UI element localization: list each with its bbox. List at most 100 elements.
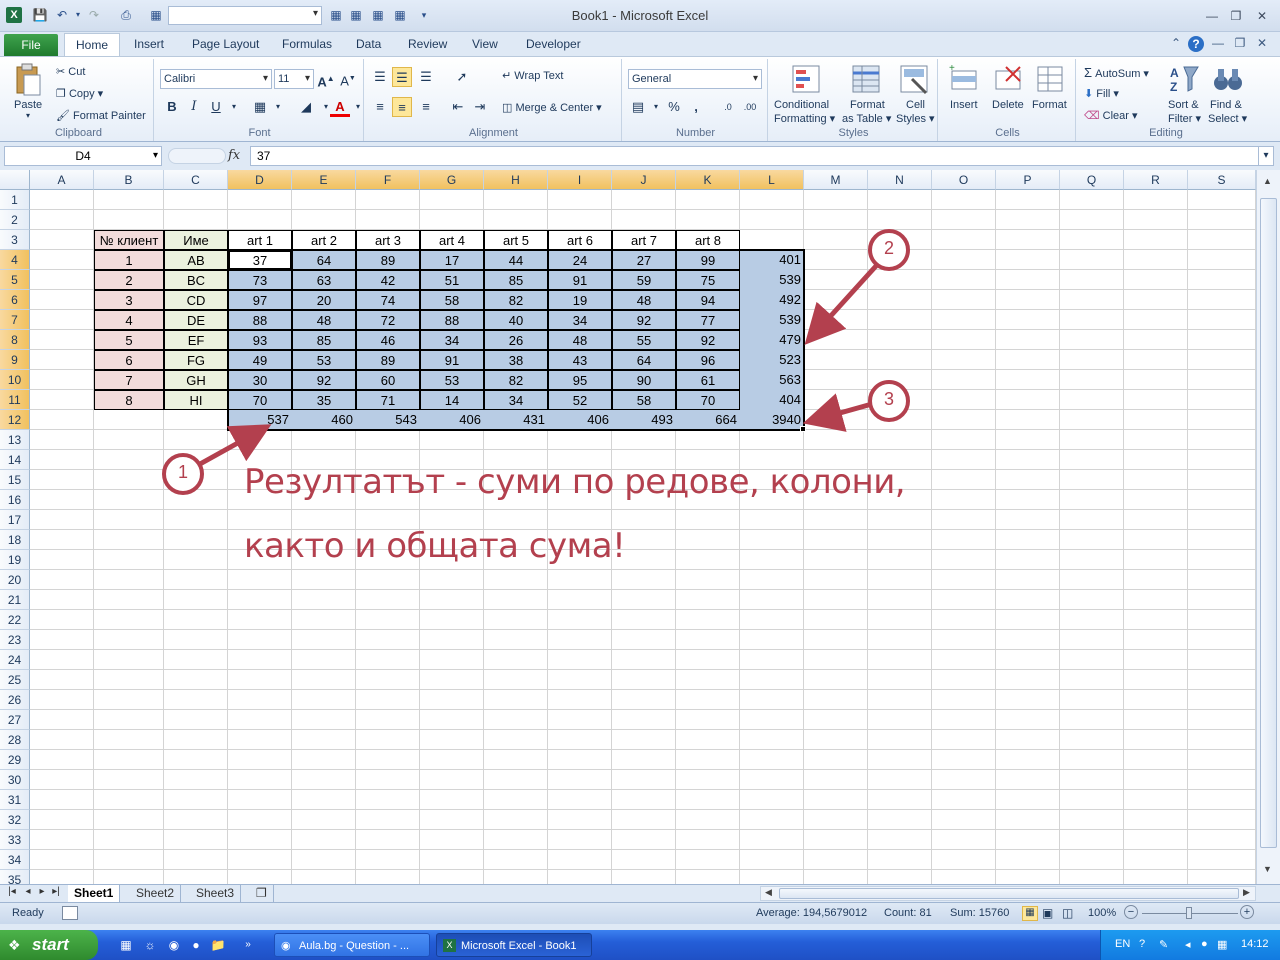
font-size-combo[interactable]: 11 [274, 69, 314, 89]
firefox-icon[interactable]: ● [188, 937, 204, 953]
value-cell[interactable]: 70 [228, 390, 292, 410]
row-total-cell[interactable]: 492 [740, 290, 804, 310]
value-cell[interactable]: 74 [356, 290, 420, 310]
insert-function-icon[interactable]: fx [228, 148, 240, 163]
value-cell[interactable]: 24 [548, 250, 612, 270]
row-header-27[interactable]: 27 [0, 710, 30, 730]
fill-color-icon[interactable]: ◢ [296, 97, 316, 117]
value-cell[interactable]: 92 [612, 310, 676, 330]
vertical-scroll-thumb[interactable] [1260, 198, 1277, 848]
tab-review[interactable]: Review [408, 37, 447, 51]
folder-icon[interactable]: 📁 [210, 937, 226, 953]
row-header-10[interactable]: 10 [0, 370, 30, 390]
row-header-22[interactable]: 22 [0, 610, 30, 630]
row-header-1[interactable]: 1 [0, 190, 30, 210]
column-header-d[interactable]: D [228, 170, 292, 190]
value-cell[interactable]: 85 [484, 270, 548, 290]
value-cell[interactable]: 64 [292, 250, 356, 270]
value-cell[interactable]: 20 [292, 290, 356, 310]
row-header-26[interactable]: 26 [0, 690, 30, 710]
delete-cells-button[interactable]: Delete [992, 99, 1024, 111]
language-indicator[interactable]: EN [1115, 938, 1130, 950]
value-cell[interactable]: 63 [292, 270, 356, 290]
column-header-e[interactable]: E [292, 170, 356, 190]
value-cell[interactable]: 48 [548, 330, 612, 350]
number-format-combo[interactable]: General [628, 69, 762, 89]
value-cell[interactable]: 46 [356, 330, 420, 350]
cell-styles-label-1[interactable]: Cell [906, 99, 925, 111]
value-cell[interactable]: 75 [676, 270, 740, 290]
decrease-indent-icon[interactable]: ⇤ [448, 97, 468, 117]
row-header-18[interactable]: 18 [0, 530, 30, 550]
format-painter-button[interactable]: 🖌 Format Painter [56, 109, 146, 122]
value-cell[interactable]: 35 [292, 390, 356, 410]
column-header-k[interactable]: K [676, 170, 740, 190]
tab-formulas[interactable]: Formulas [282, 37, 332, 51]
value-cell[interactable]: 55 [612, 330, 676, 350]
scroll-right-icon[interactable]: ▶ [1243, 887, 1250, 898]
increase-indent-icon[interactable]: ⇥ [470, 97, 490, 117]
italic-button[interactable]: I [184, 97, 204, 117]
value-cell[interactable]: 34 [548, 310, 612, 330]
insert-cells-icon[interactable]: + [948, 63, 980, 95]
find-select-label-1[interactable]: Find & [1210, 99, 1242, 111]
formula-bar-resize-icon[interactable] [168, 148, 226, 164]
row-header-24[interactable]: 24 [0, 650, 30, 670]
client-name-cell[interactable]: AB [164, 250, 228, 270]
page-break-view-icon[interactable]: ◫ [1062, 906, 1073, 920]
row-header-12[interactable]: 12 [0, 410, 30, 430]
quicklaunch-icon-3[interactable]: ◉ [166, 937, 182, 953]
increase-decimal-icon[interactable]: .0 [718, 97, 738, 117]
column-header-c[interactable]: C [164, 170, 228, 190]
column-header-j[interactable]: J [612, 170, 676, 190]
value-cell[interactable]: 53 [292, 350, 356, 370]
column-header-o[interactable]: O [932, 170, 996, 190]
format-as-table-icon[interactable] [850, 63, 882, 95]
value-cell[interactable]: 27 [612, 250, 676, 270]
align-center-icon[interactable]: ≡ [392, 97, 412, 117]
align-top-icon[interactable]: ☰ [370, 67, 390, 87]
zoom-level[interactable]: 100% [1088, 907, 1116, 919]
column-header-p[interactable]: P [996, 170, 1060, 190]
align-bottom-icon[interactable]: ☰ [416, 67, 436, 87]
column-header-i[interactable]: I [548, 170, 612, 190]
value-cell[interactable]: 37 [228, 250, 292, 270]
paste-icon[interactable] [14, 63, 42, 97]
binoculars-icon[interactable] [1212, 63, 1244, 95]
delete-cells-icon[interactable] [992, 63, 1024, 95]
paste-dropdown-icon[interactable]: ▾ [26, 111, 30, 120]
zoom-in-icon[interactable]: + [1240, 905, 1254, 919]
cell-styles-icon[interactable] [898, 63, 930, 95]
autosum-button[interactable]: Σ AutoSum ▾ [1084, 65, 1149, 80]
last-sheet-icon[interactable]: ▸| [50, 886, 62, 897]
currency-dropdown-icon[interactable]: ▾ [646, 97, 666, 117]
value-cell[interactable]: 90 [612, 370, 676, 390]
row-header-23[interactable]: 23 [0, 630, 30, 650]
row-header-34[interactable]: 34 [0, 850, 30, 870]
vertical-scrollbar[interactable]: ▲ ▼ [1256, 170, 1280, 884]
value-cell[interactable]: 73 [228, 270, 292, 290]
value-cell[interactable]: 61 [676, 370, 740, 390]
help-icon[interactable]: ? [1188, 36, 1204, 52]
row-header-33[interactable]: 33 [0, 830, 30, 850]
merge-center-button[interactable]: ◫ Merge & Center ▾ [502, 101, 602, 114]
next-sheet-icon[interactable]: ▸ [36, 886, 48, 897]
value-cell[interactable]: 44 [484, 250, 548, 270]
value-cell[interactable]: 34 [420, 330, 484, 350]
column-header-r[interactable]: R [1124, 170, 1188, 190]
tray-arrow-icon[interactable]: ◂ [1185, 938, 1191, 951]
grow-font-icon[interactable]: A▲ [316, 69, 336, 89]
font-color-dropdown-icon[interactable]: ▾ [348, 97, 368, 117]
align-middle-icon[interactable]: ☰ [392, 67, 412, 87]
header-art-8[interactable]: art 8 [676, 230, 740, 250]
row-header-2[interactable]: 2 [0, 210, 30, 230]
tab-data[interactable]: Data [356, 37, 381, 51]
client-number-cell[interactable]: 5 [94, 330, 164, 350]
minimize-ribbon-icon[interactable]: ⌃ [1168, 36, 1184, 52]
expand-formula-bar-icon[interactable]: ▾ [1258, 146, 1274, 166]
tab-home[interactable]: Home [64, 33, 120, 57]
value-cell[interactable]: 59 [612, 270, 676, 290]
client-number-cell[interactable]: 7 [94, 370, 164, 390]
value-cell[interactable]: 17 [420, 250, 484, 270]
horizontal-scrollbar[interactable]: ◀ ▶ [760, 886, 1256, 901]
